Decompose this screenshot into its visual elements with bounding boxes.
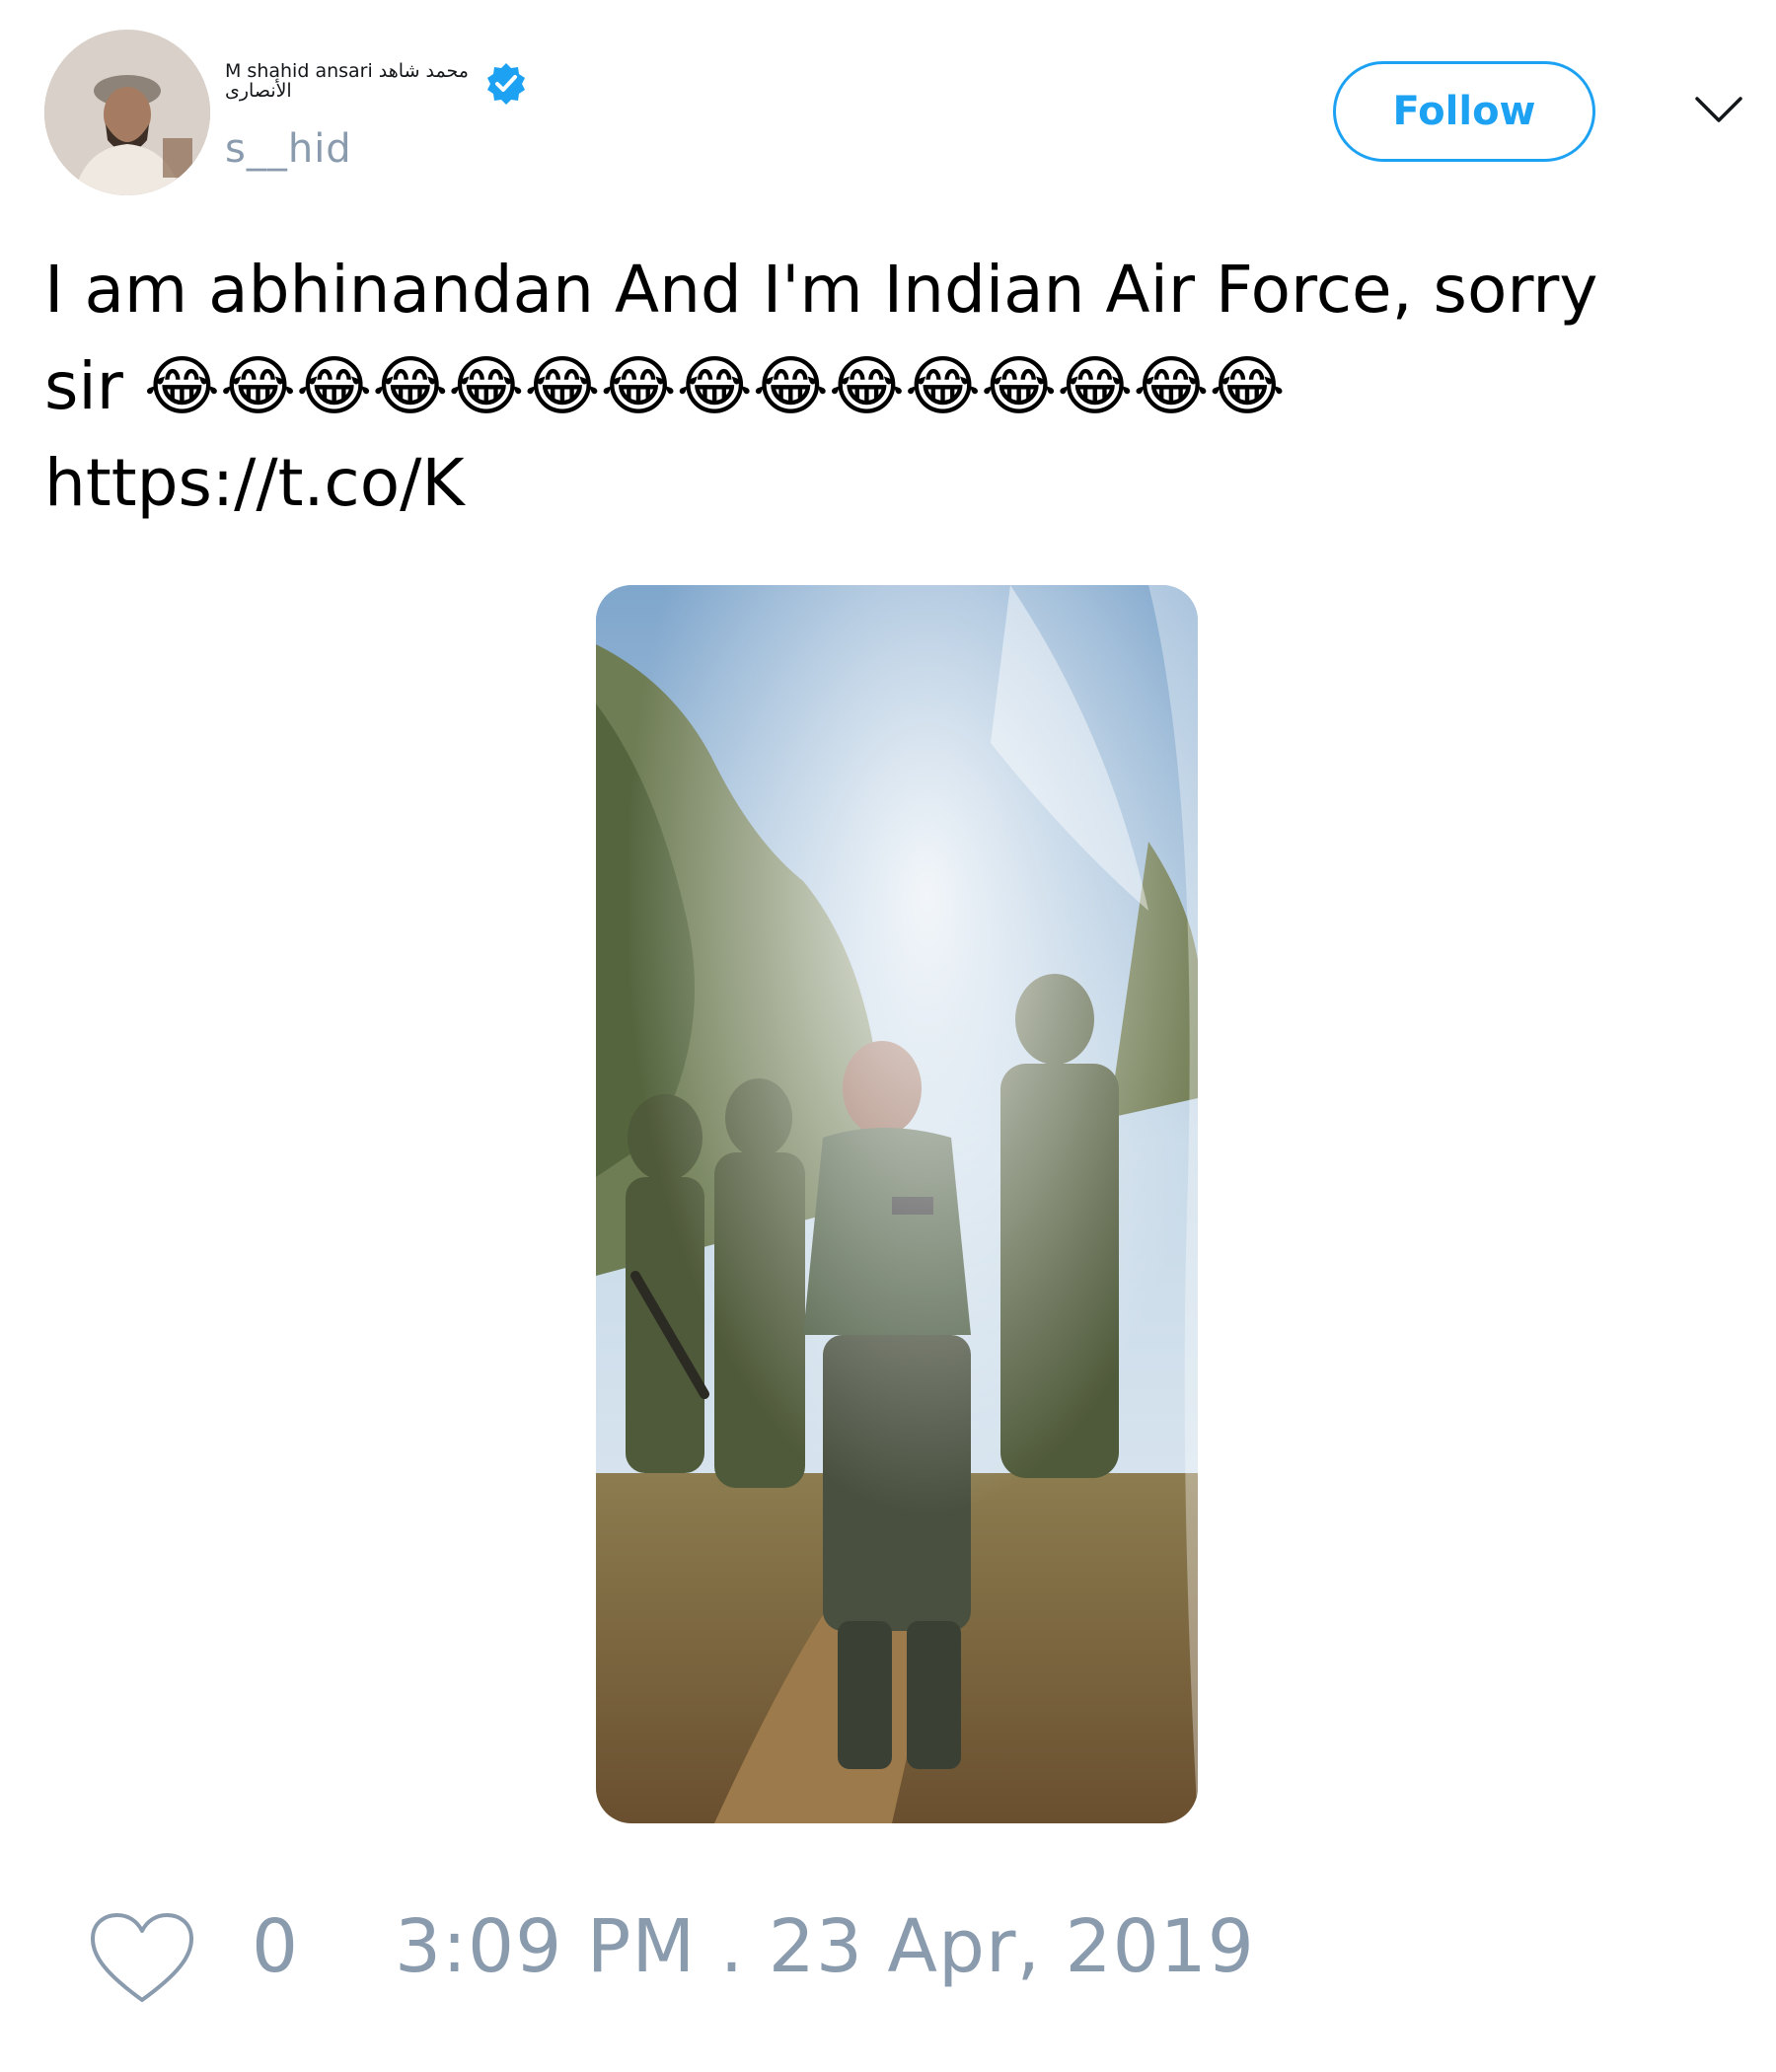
tweet-text-line: I am abhinandan And I'm Indian Air Force… bbox=[44, 252, 1598, 328]
tweet-text: I am abhinandan And I'm Indian Air Force… bbox=[44, 242, 1741, 532]
photo-content bbox=[596, 585, 1198, 1823]
follow-button[interactable]: Follow bbox=[1333, 61, 1595, 162]
tweet-photo[interactable] bbox=[596, 585, 1198, 1823]
chevron-down-icon[interactable] bbox=[1693, 89, 1744, 128]
like-count: 0 bbox=[252, 1904, 299, 1989]
tweet-link[interactable]: https://t.co/K bbox=[44, 435, 1741, 532]
timestamp[interactable]: 3:09 PM . 23 Apr, 2019 bbox=[395, 1904, 1255, 1989]
avatar[interactable] bbox=[44, 30, 210, 195]
user-handle[interactable]: s__hid bbox=[225, 126, 352, 172]
avatar-image bbox=[44, 30, 210, 195]
tweet-text-line: sir 😂😂😂😂😂😂😂😂😂😂😂😂😂😂😂 bbox=[44, 348, 1286, 424]
heart-icon[interactable] bbox=[87, 1909, 197, 2008]
verified-badge-icon bbox=[487, 63, 525, 105]
display-name[interactable]: M shahid ansari محمد شاهد الأنصاری bbox=[225, 61, 481, 101]
